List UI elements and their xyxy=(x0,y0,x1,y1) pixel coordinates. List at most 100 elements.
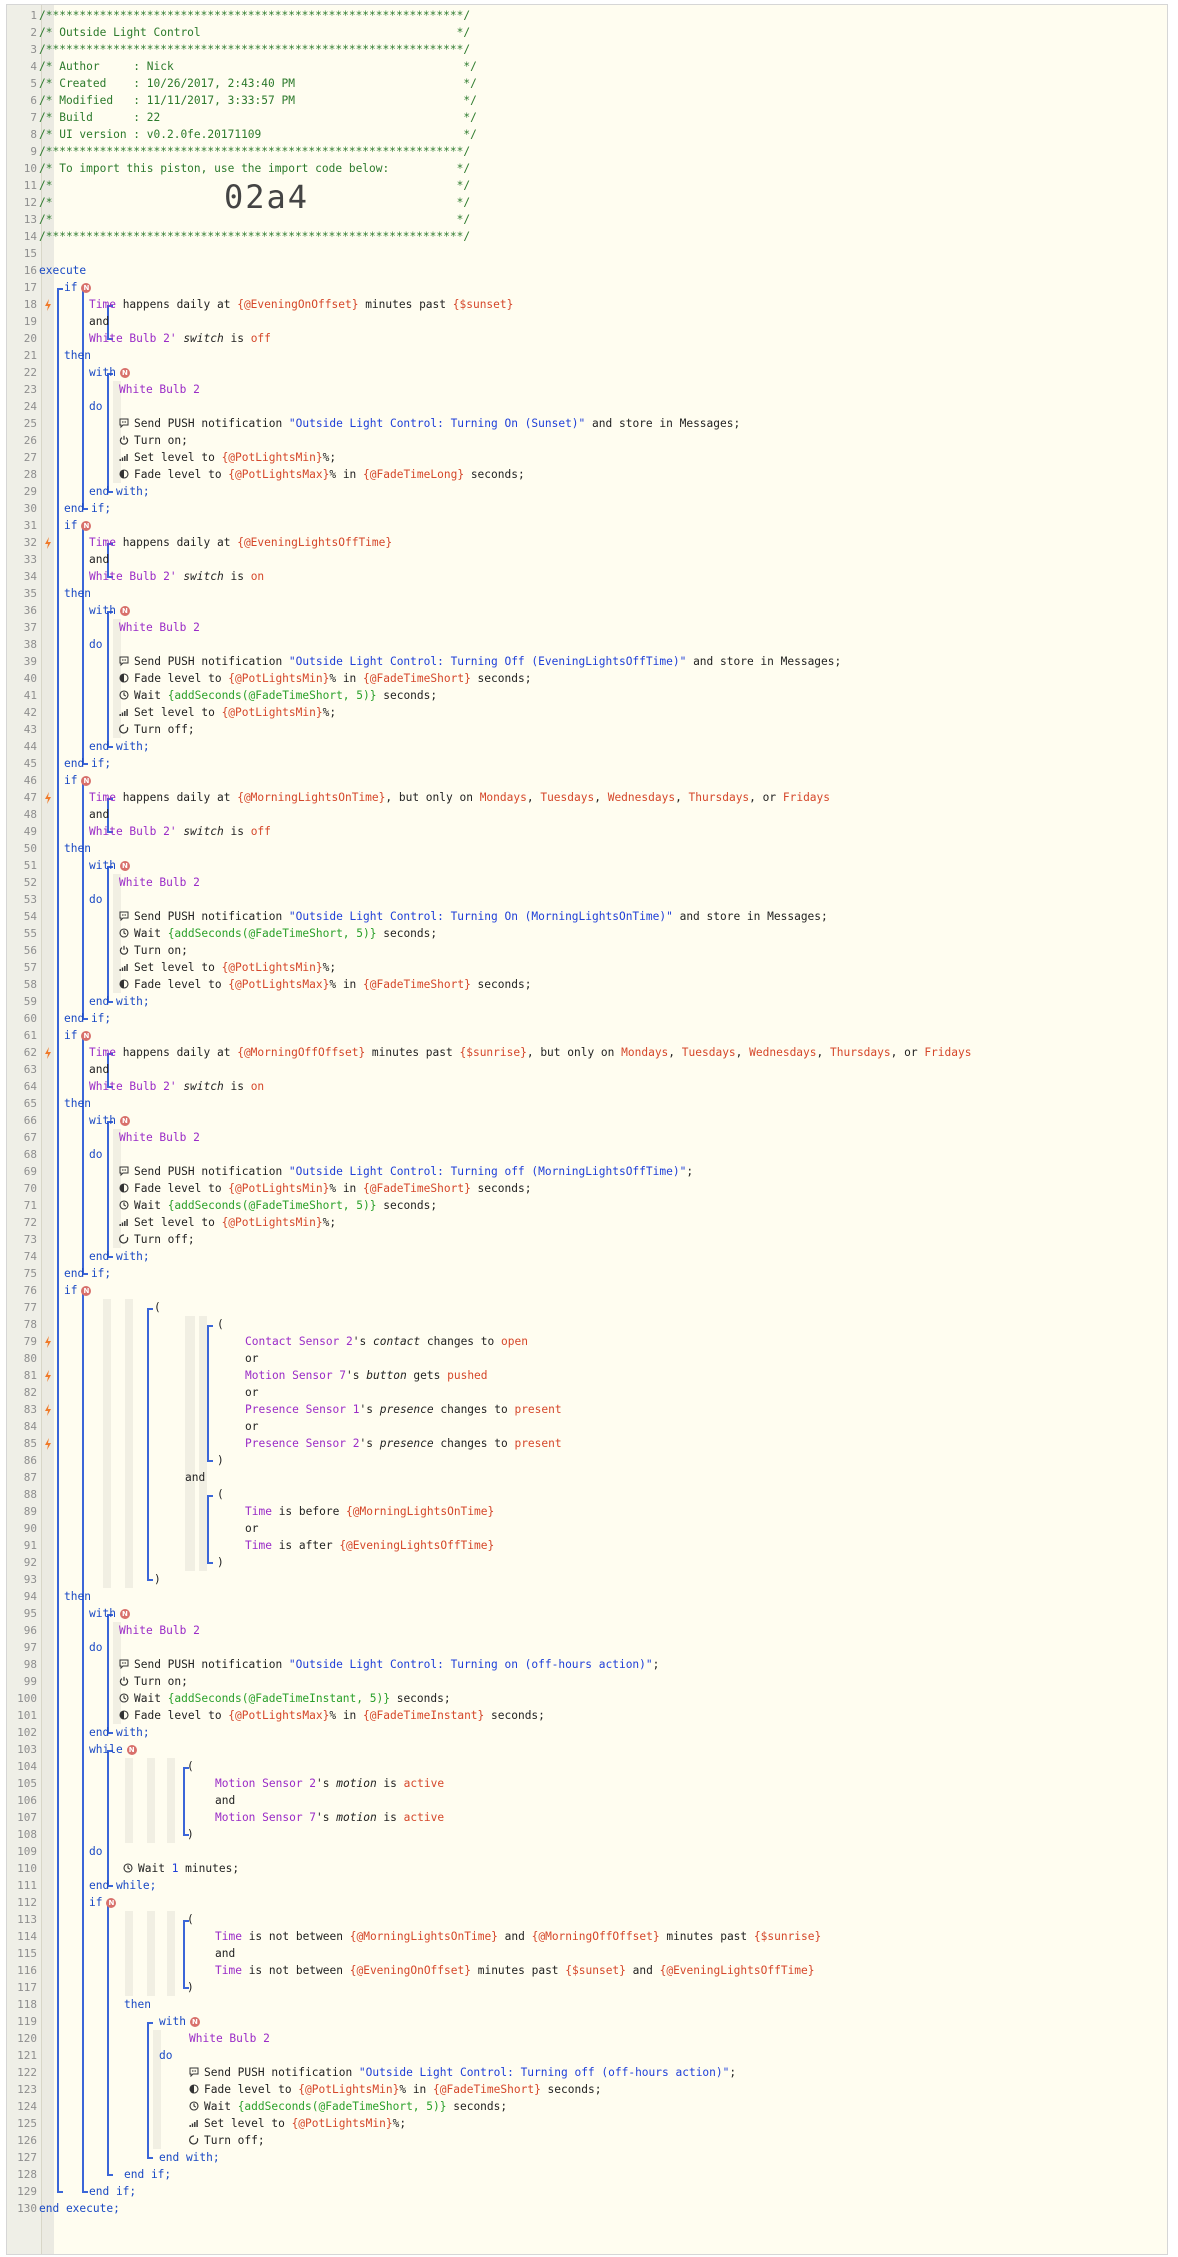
value-token[interactable]: {@EveningOnOffset} xyxy=(237,298,358,311)
condition-badge-icon[interactable]: N xyxy=(126,1745,137,1755)
code-line[interactable]: end while; xyxy=(89,1877,156,1894)
condition-badge-icon[interactable]: N xyxy=(81,776,92,786)
value-token[interactable]: {$sunrise} xyxy=(459,1046,526,1059)
code-line[interactable]: White Bulb 2 xyxy=(119,1622,200,1639)
code-line[interactable]: White Bulb 2 xyxy=(189,2030,270,2047)
value-token[interactable]: {@FadeTimeShort} xyxy=(433,2083,541,2096)
value-token[interactable]: {@FadeTimeShort} xyxy=(363,978,471,991)
condition-badge-icon[interactable]: N xyxy=(81,1031,92,1041)
condition-badge-icon[interactable]: N xyxy=(189,2017,200,2027)
code-line[interactable]: Motion Sensor 2's motion is active xyxy=(215,1775,444,1792)
code-line[interactable]: with N xyxy=(89,602,130,619)
code-line[interactable]: then xyxy=(124,1996,151,2013)
code-line[interactable]: Turn on; xyxy=(119,432,188,449)
code-line[interactable]: Contact Sensor 2's contact changes to op… xyxy=(245,1333,528,1350)
value-token[interactable]: {@PotLightsMin} xyxy=(222,1216,323,1229)
code-line[interactable]: and xyxy=(89,551,109,568)
value-token[interactable]: Wednesdays xyxy=(608,791,675,804)
code-line[interactable]: do xyxy=(159,2047,172,2064)
code-line[interactable]: Fade level to {@PotLightsMax}% in {@Fade… xyxy=(119,976,531,993)
code-line[interactable]: or xyxy=(245,1418,258,1435)
header-line-5[interactable]: /* Created : 10/26/2017, 2:43:40 PM */ xyxy=(39,75,477,92)
value-token[interactable]: off xyxy=(251,825,271,838)
code-line[interactable]: Send PUSH notification "Outside Light Co… xyxy=(119,1656,659,1673)
code-line[interactable]: Time is not between {@MorningLightsOnTim… xyxy=(215,1928,821,1945)
value-token[interactable]: {$sunset} xyxy=(453,298,514,311)
code-line[interactable]: Time happens daily at {@MorningLightsOnT… xyxy=(89,789,830,806)
code-line[interactable]: and xyxy=(215,1792,235,1809)
value-token[interactable]: {@PotLightsMax} xyxy=(228,468,329,481)
code-line[interactable]: with N xyxy=(89,1112,130,1129)
value-token[interactable]: {@MorningLightsOnTime} xyxy=(350,1930,498,1943)
code-line[interactable]: Wait {addSeconds(@FadeTimeShort, 5)} sec… xyxy=(119,1197,437,1214)
expression[interactable]: {addSeconds(@FadeTimeShort, 5)} xyxy=(238,2100,447,2113)
value-token[interactable]: {@PotLightsMin} xyxy=(222,451,323,464)
value-token[interactable]: {@FadeTimeLong} xyxy=(363,468,464,481)
code-line[interactable]: end with; xyxy=(159,2149,220,2166)
code-line[interactable]: do xyxy=(89,1639,102,1656)
device-white-bulb[interactable]: White Bulb 2 xyxy=(119,383,200,396)
code-line[interactable]: White Bulb 2' switch is off xyxy=(89,330,271,347)
code-line[interactable]: then xyxy=(64,1588,91,1605)
value-token[interactable]: Wednesdays xyxy=(749,1046,816,1059)
value-token[interactable]: Thursdays xyxy=(830,1046,891,1059)
string-literal[interactable]: "Outside Light Control: Turning Off (Eve… xyxy=(289,655,686,668)
value-token[interactable]: {@MorningOffOffset} xyxy=(237,1046,365,1059)
value-token[interactable]: open xyxy=(501,1335,528,1348)
code-line[interactable]: White Bulb 2 xyxy=(119,381,200,398)
code-line[interactable]: end with; xyxy=(89,483,150,500)
condition-badge-icon[interactable]: N xyxy=(81,521,92,531)
code-line[interactable]: Fade level to {@PotLightsMax}% in {@Fade… xyxy=(119,466,525,483)
value-token[interactable]: {@FadeTimeInstant} xyxy=(363,1709,484,1722)
code-line[interactable]: if N xyxy=(64,1027,92,1044)
value-token[interactable]: {@PotLightsMin} xyxy=(222,961,323,974)
value-token[interactable]: pushed xyxy=(447,1369,487,1382)
string-literal[interactable]: "Outside Light Control: Turning On (Suns… xyxy=(289,417,585,430)
value-token[interactable]: Fridays xyxy=(924,1046,971,1059)
code-line[interactable]: Time is after {@EveningLightsOffTime} xyxy=(245,1537,494,1554)
code-line[interactable]: and xyxy=(89,806,109,823)
code-line[interactable]: then xyxy=(64,347,91,364)
condition-badge-icon[interactable]: N xyxy=(119,861,130,871)
device-name[interactable]: Time xyxy=(89,536,116,549)
code-line[interactable]: ( xyxy=(217,1486,224,1503)
code-line[interactable]: do xyxy=(89,1843,102,1860)
value-token[interactable]: Tuesdays xyxy=(682,1046,736,1059)
code-line[interactable]: Send PUSH notification "Outside Light Co… xyxy=(189,2064,736,2081)
value-token[interactable]: {@PotLightsMin} xyxy=(298,2083,399,2096)
device-white-bulb[interactable]: White Bulb 2 xyxy=(119,876,200,889)
value-token[interactable]: {@MorningLightsOnTime} xyxy=(237,791,385,804)
header-line-7[interactable]: /* Build : 22 */ xyxy=(39,109,477,126)
string-literal[interactable]: "Outside Light Control: Turning off (off… xyxy=(359,2066,729,2079)
code-line[interactable]: White Bulb 2' switch is on xyxy=(89,1078,264,1095)
code-line[interactable]: Presence Sensor 1's presence changes to … xyxy=(245,1401,562,1418)
value-token[interactable]: {@PotLightsMax} xyxy=(228,978,329,991)
code-line[interactable]: end if; xyxy=(64,1010,111,1027)
code-line[interactable]: ) xyxy=(217,1554,224,1571)
header-line-8[interactable]: /* UI version : v0.2.0fe.20171109 */ xyxy=(39,126,477,143)
code-line[interactable]: then xyxy=(64,585,91,602)
code-line[interactable]: and xyxy=(185,1469,205,1486)
device-contact-sensor[interactable]: Contact Sensor 2 xyxy=(245,1335,353,1348)
code-line[interactable]: do xyxy=(89,1146,102,1163)
code-line[interactable]: with N xyxy=(89,364,130,381)
code-line[interactable]: Time happens daily at {@EveningOnOffset}… xyxy=(89,296,513,313)
value-token[interactable]: Thursdays xyxy=(689,791,750,804)
code-line[interactable]: Wait {addSeconds(@FadeTimeShort, 5)} sec… xyxy=(119,687,437,704)
device-white-bulb[interactable]: White Bulb 2' xyxy=(89,332,177,345)
device-name[interactable]: Time xyxy=(89,1046,116,1059)
code-line[interactable]: Presence Sensor 2's presence changes to … xyxy=(245,1435,562,1452)
condition-badge-icon[interactable]: N xyxy=(81,1286,92,1296)
expression[interactable]: {addSeconds(@FadeTimeShort, 5)} xyxy=(168,1199,377,1212)
value-token[interactable]: {@EveningLightsOffTime} xyxy=(237,536,392,549)
expression[interactable]: {addSeconds(@FadeTimeInstant, 5)} xyxy=(168,1692,390,1705)
value-token[interactable]: {$sunrise} xyxy=(754,1930,821,1943)
header-line-6[interactable]: /* Modified : 11/11/2017, 3:33:57 PM */ xyxy=(39,92,477,109)
value-token[interactable]: {@PotLightsMin} xyxy=(222,706,323,719)
code-line[interactable]: with N xyxy=(89,1605,130,1622)
code-line[interactable]: Set level to {@PotLightsMin}%; xyxy=(189,2115,406,2132)
code-line[interactable]: Turn off; xyxy=(119,1231,195,1248)
code-line[interactable]: end with; xyxy=(89,1248,150,1265)
value-token[interactable]: on xyxy=(251,1080,264,1093)
code-line[interactable]: or xyxy=(245,1520,258,1537)
